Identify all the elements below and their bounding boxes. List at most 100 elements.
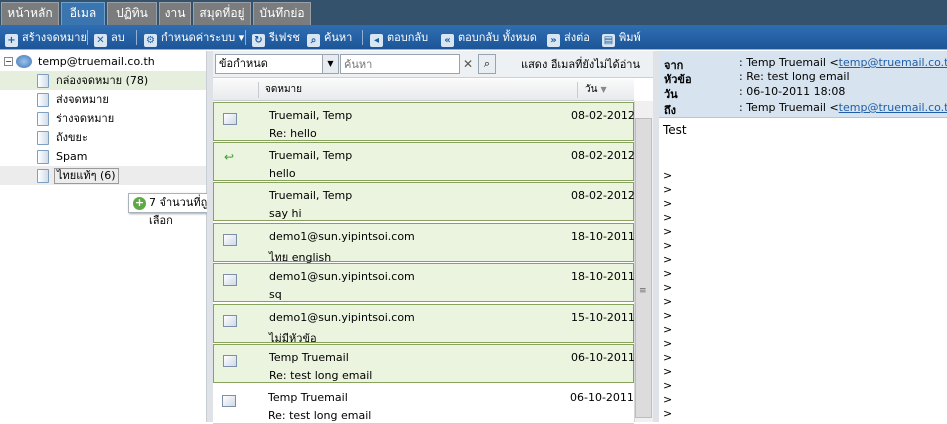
message-date: 06-10-2011	[571, 351, 635, 364]
sort-desc-icon: ▼	[600, 85, 607, 94]
folder-item-inbox[interactable]: กล่องจดหมาย (78)	[0, 71, 206, 90]
folder-label: ส่งจดหมาย	[56, 93, 109, 106]
compose-label: สร้างจดหมาย	[22, 31, 87, 44]
column-date-label: วัน	[585, 84, 598, 95]
delete-icon: ✕	[94, 34, 107, 47]
chevron-down-icon[interactable]: ▼	[322, 55, 338, 73]
reply-icon: ◂	[370, 34, 383, 47]
message-row[interactable]: Temp Truemail Re: test long email 06-10-…	[213, 385, 634, 424]
folder-label: Spam	[56, 150, 88, 163]
tab-address-book[interactable]: สมุดที่อยู่	[193, 2, 251, 25]
quote-line: >	[663, 309, 673, 322]
to-label: ถึง	[664, 104, 677, 117]
settings-dropdown-button[interactable]: ⚙ กำหนดค่าระบบ ▾	[144, 28, 244, 47]
folder-item-spam[interactable]: Spam	[0, 147, 206, 166]
message-date: 18-10-2011	[571, 230, 635, 243]
message-date: 08-02-2012	[571, 109, 635, 122]
to-name: : Temp Truemail <	[739, 101, 839, 114]
reply-arrow-icon: ↩	[224, 150, 235, 164]
search-input[interactable]	[340, 54, 460, 74]
folder-icon	[37, 74, 49, 88]
quote-line: >	[663, 379, 673, 392]
date-value: : 06-10-2011 18:08	[739, 85, 846, 98]
tab-tasks[interactable]: งาน	[159, 2, 191, 25]
quote-line: >	[663, 211, 673, 224]
settings-label: กำหนดค่าระบบ	[161, 31, 236, 44]
to-email-link[interactable]: temp@truemail.co.th	[839, 101, 947, 114]
find-label: ค้นหา	[324, 31, 353, 44]
envelope-icon	[223, 355, 237, 367]
compose-button[interactable]: + สร้างจดหมาย	[5, 28, 87, 47]
column-header-subject[interactable]: จดหมาย	[265, 79, 302, 101]
message-row[interactable]: Truemail, Temp say hi 08-02-2012	[213, 182, 635, 221]
message-row[interactable]: ↩ Truemail, Temp hello 08-02-2012	[213, 142, 635, 181]
find-button[interactable]: ⌕ ค้นหา	[307, 28, 352, 47]
refresh-icon: ↻	[252, 34, 265, 47]
reply-all-label: ตอบกลับ ทั้งหมด	[458, 31, 537, 44]
forward-button[interactable]: » ส่งต่อ	[547, 28, 590, 47]
folder-icon	[37, 112, 49, 126]
folder-item-drafts[interactable]: ร่างจดหมาย	[0, 109, 206, 128]
reply-button[interactable]: ◂ ตอบกลับ	[370, 28, 428, 47]
clear-search-icon[interactable]: ✕	[461, 56, 475, 72]
message-subject: Re: hello	[269, 127, 317, 140]
list-scrollbar-thumb[interactable]: ≡	[635, 118, 652, 418]
subject-value: : Re: test long email	[739, 70, 850, 83]
message-row[interactable]: demo1@sun.yipintsoi.com sq 18-10-2011	[213, 263, 635, 302]
message-from: Temp Truemail	[269, 351, 349, 364]
delete-button[interactable]: ✕ ลบ	[94, 28, 125, 47]
message-from: Truemail, Temp	[269, 109, 353, 122]
folder-item-trash[interactable]: ถังขยะ	[0, 128, 206, 147]
message-list-pane: ข้อกำหนด ▼ ✕ ⌕ แสดง อีเมลที่ยังไม่ได้อ่า…	[213, 51, 653, 424]
message-body-text: Test	[663, 123, 687, 137]
gear-icon: ⚙	[144, 34, 157, 47]
folder-item-thai[interactable]: ไทยแท้ๆ (6)	[0, 166, 206, 185]
quote-line: >	[663, 351, 673, 364]
tab-notes[interactable]: บันทึกย่อ	[253, 2, 311, 25]
account-email-label: temp@truemail.co.th	[38, 55, 155, 68]
toolbar-divider	[362, 30, 363, 45]
folder-icon	[37, 169, 49, 183]
filter-field-value: ข้อกำหนด	[219, 57, 268, 70]
filter-field-select[interactable]: ข้อกำหนด ▼	[215, 54, 339, 74]
message-preview-pane: จาก : Temp Truemail <temp@truemail.co.th…	[659, 51, 947, 422]
message-from: Truemail, Temp	[269, 149, 353, 162]
printer-icon: ▤	[602, 34, 615, 47]
quote-line: >	[663, 393, 673, 406]
preview-header: จาก : Temp Truemail <temp@truemail.co.th…	[659, 51, 947, 118]
chevron-down-icon: ▾	[238, 31, 245, 44]
search-icon[interactable]: ⌕	[478, 54, 496, 74]
quote-line: >	[663, 183, 673, 196]
column-divider	[577, 82, 578, 98]
message-from: Temp Truemail	[268, 391, 348, 404]
tab-email[interactable]: อีเมล	[61, 2, 105, 25]
message-date: 06-10-2011	[570, 391, 634, 404]
column-header-date[interactable]: วัน ▼	[585, 79, 607, 101]
message-subject: hello	[269, 167, 296, 180]
scroll-grip-icon: ≡	[639, 286, 647, 296]
message-row[interactable]: demo1@sun.yipintsoi.com ไม่มีหัวข้อ 15-1…	[213, 304, 635, 345]
refresh-button[interactable]: ↻ รีเฟรช	[252, 28, 300, 47]
message-date: 08-02-2012	[571, 149, 635, 162]
toolbar-divider	[87, 30, 88, 45]
tab-calendar[interactable]: ปฏิทิน	[107, 2, 157, 25]
print-button[interactable]: ▤ พิมพ์	[602, 28, 641, 47]
collapse-toggle-icon[interactable]: −	[4, 57, 13, 66]
reply-all-button[interactable]: « ตอบกลับ ทั้งหมด	[441, 28, 537, 47]
message-row[interactable]: Temp Truemail Re: test long email 06-10-…	[213, 344, 635, 383]
tab-home[interactable]: หน้าหลัก	[1, 2, 59, 25]
toolbar-divider	[136, 30, 137, 45]
account-node[interactable]: − temp@truemail.co.th	[0, 52, 206, 71]
envelope-icon	[223, 274, 237, 286]
folder-item-sent[interactable]: ส่งจดหมาย	[0, 90, 206, 109]
from-email-link[interactable]: temp@truemail.co.th	[839, 56, 947, 69]
message-date: 15-10-2011	[571, 311, 635, 324]
message-from: Truemail, Temp	[269, 189, 353, 202]
message-from: demo1@sun.yipintsoi.com	[269, 270, 415, 283]
quote-line: >	[663, 239, 673, 252]
message-row[interactable]: demo1@sun.yipintsoi.com ไทย english 18-1…	[213, 223, 635, 264]
message-row[interactable]: Truemail, Temp Re: hello 08-02-2012	[213, 102, 635, 141]
show-unread-toggle[interactable]: แสดง อีเมลที่ยังไม่ได้อ่าน	[521, 51, 640, 78]
account-globe-icon	[16, 55, 32, 68]
message-from: demo1@sun.yipintsoi.com	[269, 230, 415, 243]
